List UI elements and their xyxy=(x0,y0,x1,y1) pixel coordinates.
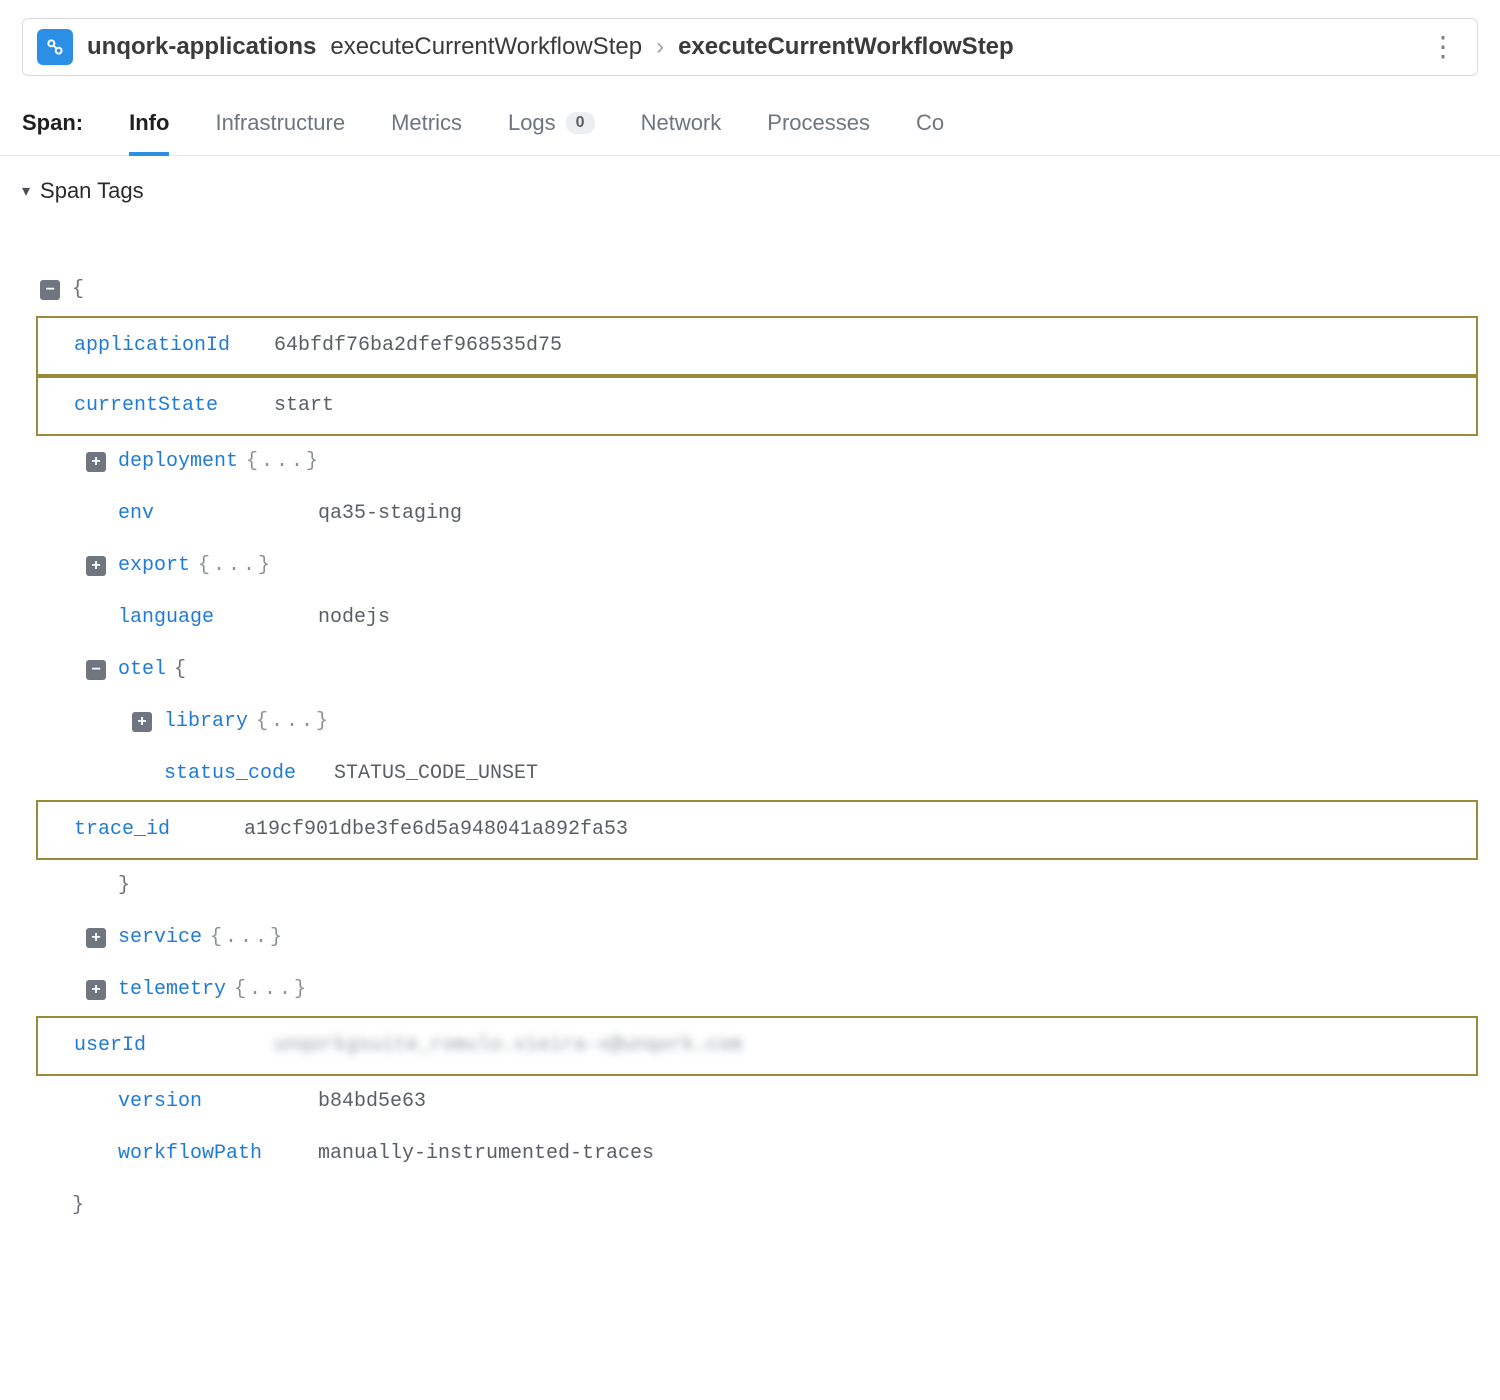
tag-export[interactable]: export {...} xyxy=(40,540,1478,592)
tag-key: deployment xyxy=(118,436,238,488)
tag-key: workflowPath xyxy=(118,1128,318,1180)
otel-close: } xyxy=(40,860,1478,912)
tag-currentState[interactable]: currentState start xyxy=(36,376,1478,436)
chevron-down-icon: ▾ xyxy=(22,181,30,201)
collapsed-object: {...} xyxy=(256,696,331,748)
tag-value: nodejs xyxy=(318,592,390,644)
tag-key: trace_id xyxy=(74,804,244,856)
tag-key: otel xyxy=(118,644,166,696)
tag-value: 64bfdf76ba2dfef968535d75 xyxy=(274,320,562,372)
collapsed-object: {...} xyxy=(234,964,309,1016)
tag-otel-library[interactable]: library {...} xyxy=(40,696,1478,748)
tag-userId[interactable]: userId unqorkgsuite_romulo.vieira-x@unqo… xyxy=(36,1016,1478,1076)
service-icon xyxy=(37,29,73,65)
tab-infrastructure[interactable]: Infrastructure xyxy=(215,110,345,152)
collapsed-object: {...} xyxy=(198,540,273,592)
tag-key: version xyxy=(118,1076,318,1128)
more-menu-icon[interactable]: ⋮ xyxy=(1423,33,1463,61)
collapsed-object: {...} xyxy=(246,436,321,488)
tab-logs[interactable]: Logs 0 xyxy=(508,110,595,152)
tab-logs-label: Logs xyxy=(508,110,556,136)
tag-key: service xyxy=(118,912,202,964)
tag-key: telemetry xyxy=(118,964,226,1016)
tag-key: userId xyxy=(74,1020,274,1072)
expand-icon[interactable] xyxy=(86,980,106,1000)
collapse-icon[interactable] xyxy=(86,660,106,680)
tag-otel[interactable]: otel { xyxy=(40,644,1478,696)
tab-processes[interactable]: Processes xyxy=(767,110,870,152)
root-close: } xyxy=(40,1180,1478,1232)
tag-workflowPath[interactable]: workflowPath manually-instrumented-trace… xyxy=(40,1128,1478,1180)
tab-info[interactable]: Info xyxy=(129,110,169,156)
tag-service[interactable]: service {...} xyxy=(40,912,1478,964)
breadcrumb-service[interactable]: unqork-applications xyxy=(87,33,316,61)
section-title: Span Tags xyxy=(40,178,144,204)
span-tags-tree: { applicationId 64bfdf76ba2dfef968535d75… xyxy=(0,204,1500,1262)
chevron-right-icon: › xyxy=(656,33,664,61)
tag-value-redacted: unqorkgsuite_romulo.vieira-x@unqork.com xyxy=(274,1020,742,1072)
breadcrumb-step-2[interactable]: executeCurrentWorkflowStep xyxy=(678,33,1014,61)
tag-value: STATUS_CODE_UNSET xyxy=(334,748,538,800)
tag-telemetry[interactable]: telemetry {...} xyxy=(40,964,1478,1016)
tag-language[interactable]: language nodejs xyxy=(40,592,1478,644)
brace-close: } xyxy=(72,1180,84,1232)
tag-value: a19cf901dbe3fe6d5a948041a892fa53 xyxy=(244,804,628,856)
logs-count-badge: 0 xyxy=(566,112,595,134)
span-detail-panel: unqork-applications executeCurrentWorkfl… xyxy=(0,18,1500,1262)
expand-icon[interactable] xyxy=(86,452,106,472)
tab-code[interactable]: Co xyxy=(916,110,944,152)
expand-icon[interactable] xyxy=(86,556,106,576)
tag-value: b84bd5e63 xyxy=(318,1076,426,1128)
collapsed-object: {...} xyxy=(210,912,285,964)
tag-key: status_code xyxy=(164,748,334,800)
tag-key: language xyxy=(118,592,318,644)
brace-open: { xyxy=(174,644,186,696)
expand-icon[interactable] xyxy=(86,928,106,948)
breadcrumb-step-1[interactable]: executeCurrentWorkflowStep xyxy=(330,33,642,61)
tab-network[interactable]: Network xyxy=(641,110,722,152)
tag-key: library xyxy=(164,696,248,748)
tag-otel-status-code[interactable]: status_code STATUS_CODE_UNSET xyxy=(40,748,1478,800)
tag-key: applicationId xyxy=(74,320,274,372)
collapse-icon[interactable] xyxy=(40,280,60,300)
tag-version[interactable]: version b84bd5e63 xyxy=(40,1076,1478,1128)
tab-metrics[interactable]: Metrics xyxy=(391,110,462,152)
tag-key: export xyxy=(118,540,190,592)
breadcrumb: unqork-applications executeCurrentWorkfl… xyxy=(22,18,1478,76)
tag-applicationId[interactable]: applicationId 64bfdf76ba2dfef968535d75 xyxy=(36,316,1478,376)
tag-value: qa35-staging xyxy=(318,488,462,540)
tag-value: start xyxy=(274,380,334,432)
tag-deployment[interactable]: deployment {...} xyxy=(40,436,1478,488)
expand-icon[interactable] xyxy=(132,712,152,732)
tag-key: currentState xyxy=(74,380,274,432)
root-open: { xyxy=(40,264,1478,316)
brace-close: } xyxy=(118,860,130,912)
span-tags-header[interactable]: ▾ Span Tags xyxy=(0,156,1500,204)
tag-env[interactable]: env qa35-staging xyxy=(40,488,1478,540)
tag-key: env xyxy=(118,488,318,540)
tag-otel-trace-id[interactable]: trace_id a19cf901dbe3fe6d5a948041a892fa5… xyxy=(36,800,1478,860)
span-tabs: Span: Info Infrastructure Metrics Logs 0… xyxy=(0,76,1500,156)
tag-value: manually-instrumented-traces xyxy=(318,1128,654,1180)
brace-open: { xyxy=(72,264,84,316)
tabs-label: Span: xyxy=(22,110,83,136)
